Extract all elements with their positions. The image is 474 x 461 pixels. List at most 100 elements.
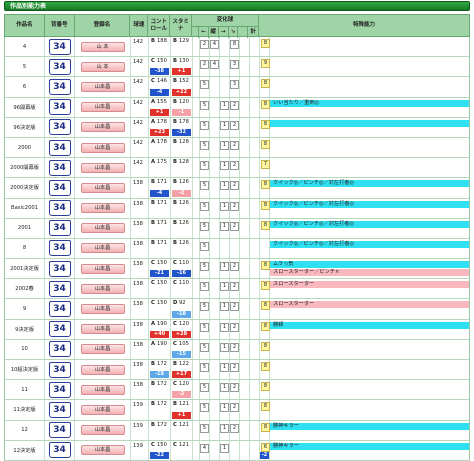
breaking-total-cell: 8 [260, 117, 270, 137]
player-name-button[interactable]: 山本昌 [80, 283, 125, 294]
breaking-ball-value [240, 424, 249, 433]
stamina-cell: C 120 +28 [171, 319, 193, 339]
breaking-ball-value [240, 222, 249, 231]
stamina-value: 121 [179, 401, 189, 408]
special-ability: スロースターター／ピンチ× [270, 269, 469, 277]
breaking-ball-value [210, 363, 219, 372]
speed-value: 138 [131, 198, 149, 218]
stamina-cell: B 121 +1 [171, 400, 193, 420]
stamina-value-line: C 120 [171, 320, 192, 329]
player-name-button[interactable]: 山本昌 [80, 102, 125, 113]
player-name-button[interactable]: 山本昌 [80, 324, 125, 335]
control-cell: A 190 +40 [149, 319, 171, 339]
breaking-ball-value [240, 40, 249, 49]
player-name-button[interactable]: 山本昌 [80, 223, 125, 234]
breaking-ball-cell [250, 279, 260, 299]
player-name-button[interactable]: 山本昌 [80, 81, 125, 92]
stamina-value-line: C 110 [171, 279, 192, 288]
player-name-button[interactable]: 山本昌 [80, 425, 125, 436]
breaking-ball-cell: 4 [210, 57, 220, 77]
stamina-cell: B 126 -2 [171, 178, 193, 198]
breaking-ball-cell [210, 259, 220, 279]
speed-value: 138 [131, 339, 149, 359]
breaking-ball-value [210, 424, 219, 433]
stamina-value-line: B 128 [171, 138, 192, 147]
breaking-gap [193, 178, 200, 198]
player-name-button[interactable]: 山本昌 [80, 263, 125, 274]
work-title: 11決定版 [5, 400, 45, 420]
breaking-ball-value [240, 161, 249, 170]
table-row: 9決定版 34 山本昌 138 A 190 +40 C 120 +28 5 1 2 8 勝頼 [4, 319, 470, 340]
breaking-ball-cell: 1 [220, 279, 230, 299]
breaking-ball-value: 5 [200, 140, 209, 150]
breaking-gap [193, 137, 200, 158]
breaking-ball-cell [250, 259, 260, 279]
table-row: 8 34 山本昌 138 B 171 B 126 5 クイック◎／ピンチ◎／対左打者◎ [4, 238, 470, 260]
player-name-button[interactable]: 山本昌 [80, 445, 125, 456]
player-name-cell: 山 本 [75, 57, 131, 77]
player-name-button[interactable]: 山本昌 [80, 384, 125, 395]
stamina-value-line: B 126 [171, 219, 192, 228]
stamina-delta-badge: -2 [172, 189, 191, 197]
breaking-ball-cell [240, 360, 250, 380]
control-delta-badge: -18 [150, 371, 169, 379]
breaking-total-cell: 8 [260, 97, 270, 117]
stamina-value: 126 [179, 239, 189, 246]
uniform-number-cell: 34 [45, 37, 75, 57]
control-value: 171 [157, 219, 167, 226]
control-value-line: C 146 [149, 77, 170, 86]
breaking-ball-value [240, 141, 249, 150]
special-abilities-cell: 勝神キラー [270, 421, 469, 440]
control-delta-badge: -4 [150, 189, 169, 197]
player-name-button[interactable]: 山本昌 [80, 142, 125, 153]
player-name-cell: 山本昌 [75, 420, 131, 440]
player-name-button[interactable]: 山 本 [80, 41, 125, 52]
breaking-ball-value: 2 [230, 221, 239, 231]
player-name-button[interactable]: 山本昌 [80, 364, 125, 375]
breaking-ball-value: 4 [210, 40, 219, 49]
breaking-total-value: 8 [261, 261, 270, 271]
player-name-button[interactable]: 山本昌 [80, 182, 125, 193]
control-value-line: C 150 [149, 299, 170, 308]
jersey-icon: 34 [48, 159, 71, 176]
breaking-ball-value [240, 242, 249, 251]
breaking-ball-cell [240, 198, 250, 218]
player-name-button[interactable]: 山本昌 [80, 203, 125, 214]
breaking-ball-cell: 1 [220, 339, 230, 359]
breaking-total-value: 8 [261, 402, 270, 412]
control-value-line: B 171 [149, 239, 170, 248]
uniform-number-cell: 34 [45, 198, 75, 218]
player-name-button[interactable]: 山 本 [80, 61, 125, 72]
stamina-delta-badge: +28 [172, 330, 191, 338]
player-name-button[interactable]: 山本昌 [80, 304, 125, 315]
player-name-cell: 山本昌 [75, 158, 131, 178]
breaking-ball-cell [250, 57, 260, 77]
breaking-ball-value: 2 [200, 40, 209, 49]
player-name-button[interactable]: 山本昌 [80, 162, 125, 173]
stamina-delta-badge: -1 [172, 108, 191, 116]
uniform-number-cell: 34 [45, 360, 75, 380]
breaking-ball-value [220, 80, 229, 89]
special-abilities-cell [270, 400, 469, 419]
player-name-button[interactable]: 山本昌 [80, 344, 125, 355]
player-name-button[interactable]: 山本昌 [80, 404, 125, 415]
breaking-gap [193, 77, 200, 97]
player-name-button[interactable]: 山本昌 [80, 243, 125, 254]
control-value-line: B 172 [149, 380, 170, 389]
player-name-button[interactable]: 山本昌 [80, 122, 125, 133]
breaking-ball-value [250, 302, 259, 311]
speed-value: 138 [131, 238, 149, 259]
breaking-ball-value [240, 60, 249, 69]
speed-value: 138 [131, 259, 149, 279]
breaking-ball-value: 2 [230, 423, 239, 433]
breaking-ball-value: 1 [220, 161, 229, 171]
breaking-ball-cell: 2 [230, 299, 240, 319]
stamina-value-line: C 121 [171, 421, 192, 430]
speed-value: 142 [131, 117, 149, 137]
player-name-cell: 山本昌 [75, 299, 131, 319]
breaking-ball-value [210, 323, 219, 332]
breaking-gap [193, 319, 200, 339]
breaking-ball-value [210, 242, 219, 251]
breaking-ball-cell [210, 158, 220, 178]
table-body: 4 34 山 本 142 B 188 B 129 2 4 8 8 5 34 山 本 142 C 150 -38 B 13… [4, 37, 470, 461]
